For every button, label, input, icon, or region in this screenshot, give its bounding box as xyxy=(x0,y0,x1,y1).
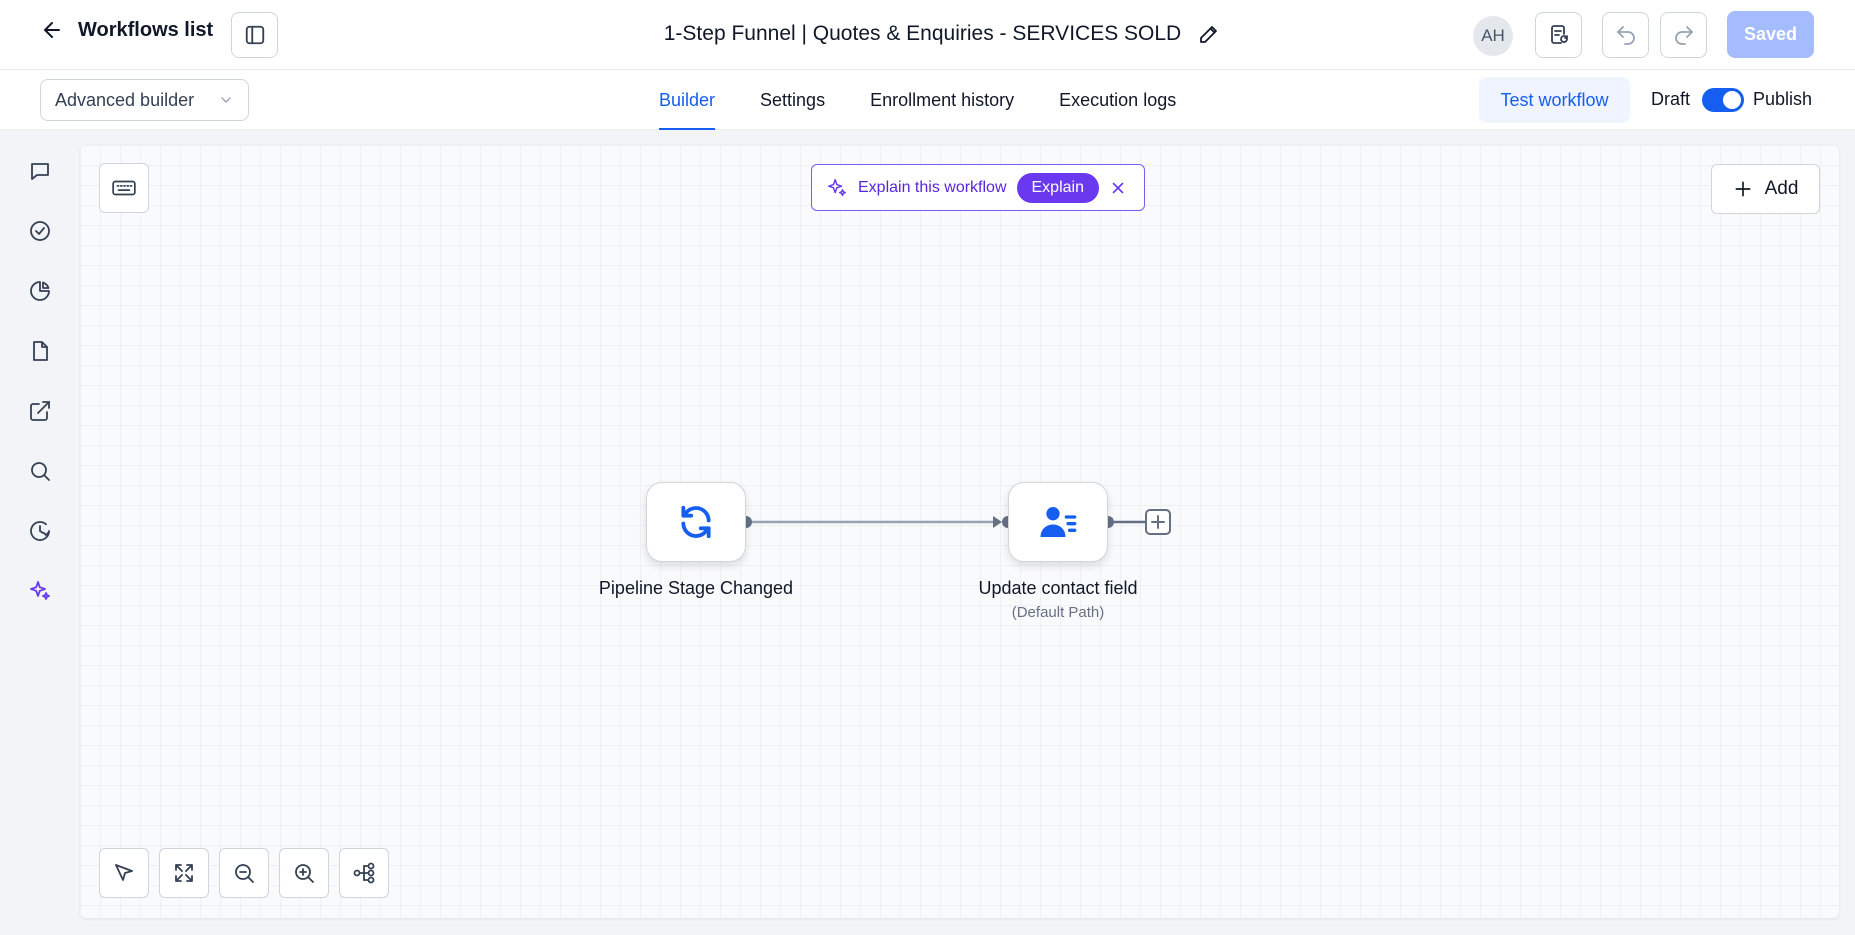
undo-icon xyxy=(1616,26,1635,45)
zoom-out-icon xyxy=(235,864,254,883)
tab-builder[interactable]: Builder xyxy=(659,70,716,130)
fit-view-button[interactable] xyxy=(159,848,209,898)
workflow-connectors xyxy=(740,509,1171,535)
flow-layout-icon xyxy=(353,862,375,884)
draft-label: Draft xyxy=(1651,89,1691,109)
workflow-title: 1-Step Funnel | Quotes & Enquiries - SER… xyxy=(663,22,1182,45)
top-bar: Workflows list 1-Step Funnel | Quotes & … xyxy=(0,0,1855,70)
auto-layout-button[interactable] xyxy=(339,848,389,898)
workflow-canvas[interactable]: Explain this workflow Explain Add Pipeli… xyxy=(80,145,1839,918)
undo-button[interactable] xyxy=(1602,12,1649,58)
user-avatar[interactable]: AH xyxy=(1473,16,1513,56)
cursor-icon xyxy=(115,864,133,881)
arrow-left-icon xyxy=(44,22,60,38)
version-history-button[interactable] xyxy=(1535,12,1582,58)
sparkle-icon[interactable] xyxy=(25,576,55,606)
tab-enrollment-history[interactable]: Enrollment history xyxy=(870,70,1014,130)
pencil-icon[interactable] xyxy=(1197,22,1221,46)
document-refresh-icon xyxy=(1550,25,1568,44)
back-to-workflows-button[interactable]: Workflows list xyxy=(40,18,213,42)
check-circle-icon[interactable] xyxy=(25,216,55,246)
external-link-icon[interactable] xyxy=(25,396,55,426)
search-icon[interactable] xyxy=(25,456,55,486)
test-workflow-button[interactable]: Test workflow xyxy=(1479,77,1630,123)
panel-toggle-button[interactable] xyxy=(231,12,278,58)
publish-toggle[interactable] xyxy=(1702,88,1744,112)
contact-field-icon xyxy=(1040,507,1077,537)
back-label: Workflows list xyxy=(78,18,214,41)
refresh-icon xyxy=(681,505,711,539)
sub-bar: Advanced builder Builder Settings Enroll… xyxy=(0,70,1855,130)
action-node[interactable] xyxy=(1008,482,1108,562)
trigger-node-label: Pipeline Stage Changed xyxy=(598,578,794,598)
zoom-in-button[interactable] xyxy=(279,848,329,898)
zoom-out-button[interactable] xyxy=(219,848,269,898)
sidebar-panel-icon xyxy=(245,25,264,45)
zoom-in-icon xyxy=(295,864,314,883)
tab-execution-logs[interactable]: Execution logs xyxy=(1059,70,1176,130)
trigger-node[interactable] xyxy=(646,482,746,562)
tab-bar: Builder Settings Enrollment history Exec… xyxy=(659,70,1176,130)
history-icon[interactable] xyxy=(25,516,55,546)
redo-button[interactable] xyxy=(1660,12,1707,58)
connector-arrow xyxy=(993,516,1002,528)
expand-icon xyxy=(175,864,193,882)
pie-chart-icon[interactable] xyxy=(25,276,55,306)
chevron-down-icon xyxy=(221,97,231,103)
builder-mode-value: Advanced builder xyxy=(55,89,195,110)
add-step-icon xyxy=(1145,509,1171,535)
saved-button[interactable]: Saved xyxy=(1727,11,1814,58)
action-node-path: (Default Path) xyxy=(1011,604,1105,621)
chat-icon[interactable] xyxy=(25,156,55,186)
file-icon[interactable] xyxy=(25,336,55,366)
redo-icon xyxy=(1674,26,1693,45)
tab-settings[interactable]: Settings xyxy=(760,70,825,130)
builder-mode-select[interactable]: Advanced builder xyxy=(40,79,249,121)
publish-label: Publish xyxy=(1753,89,1813,109)
select-tool-button[interactable] xyxy=(99,848,149,898)
action-node-label: Update contact field xyxy=(978,578,1138,598)
